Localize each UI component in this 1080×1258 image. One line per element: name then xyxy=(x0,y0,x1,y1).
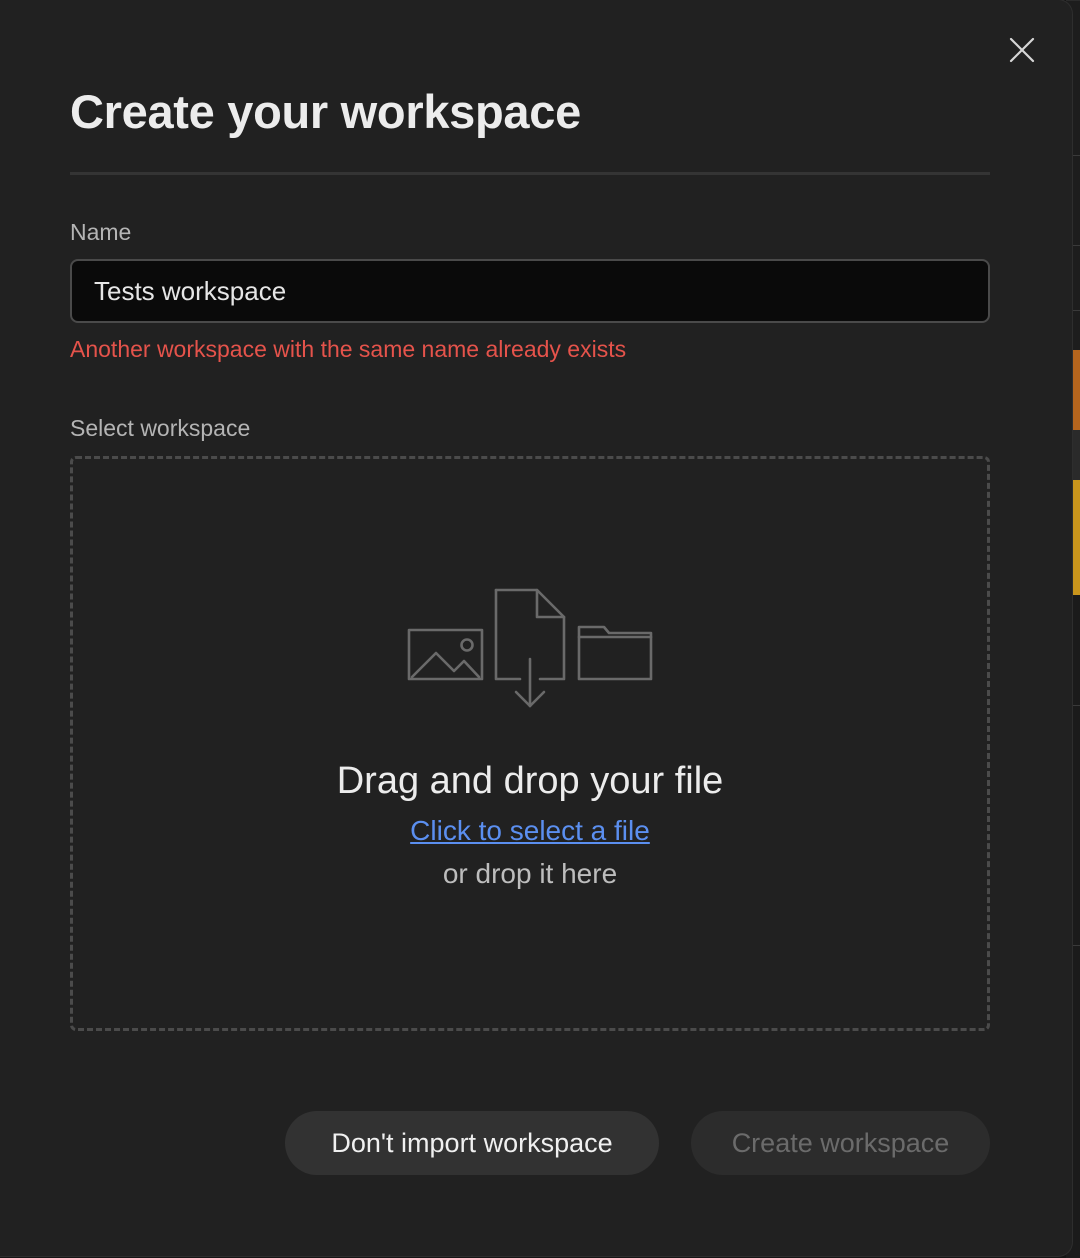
name-error-message: Another workspace with the same name alr… xyxy=(70,336,627,362)
image-file-folder-upload-icon xyxy=(407,588,653,708)
dont-import-workspace-button[interactable]: Don't import workspace xyxy=(285,1111,659,1175)
dropzone-subtext: or drop it here xyxy=(442,858,618,889)
workspace-name-input[interactable] xyxy=(70,259,990,323)
create-workspace-dialog: Create your workspace Name Another works… xyxy=(0,0,1072,1256)
title-divider xyxy=(70,172,990,175)
create-workspace-button[interactable]: Create workspace xyxy=(691,1111,990,1175)
dropzone-headline: Drag and drop your file xyxy=(336,760,724,802)
close-icon xyxy=(1009,37,1035,63)
select-workspace-label: Select workspace xyxy=(70,415,251,441)
dialog-title: Create your workspace xyxy=(70,85,581,138)
close-button[interactable] xyxy=(1004,32,1040,68)
file-dropzone[interactable] xyxy=(70,456,990,1031)
select-file-link[interactable]: Click to select a file xyxy=(410,815,650,846)
select-file-link-row: Click to select a file xyxy=(70,815,990,847)
name-label: Name xyxy=(70,219,132,245)
